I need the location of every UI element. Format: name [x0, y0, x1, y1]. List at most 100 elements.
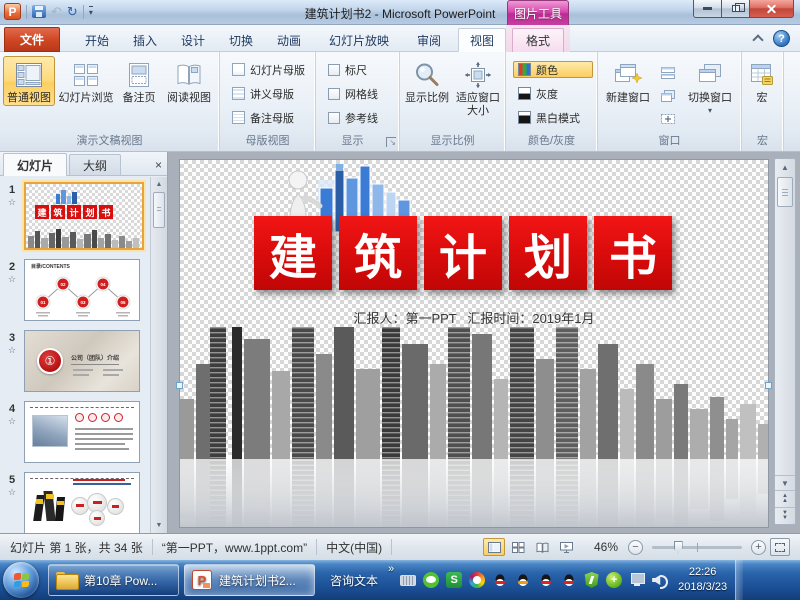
minimize-button[interactable] — [693, 0, 722, 18]
title-char: 筑 — [339, 216, 417, 290]
panel-close-icon[interactable]: × — [155, 159, 162, 171]
tab-review[interactable]: 审阅 — [408, 28, 450, 52]
slide-sorter-button[interactable]: 幻灯片浏览 — [57, 56, 115, 106]
save-icon[interactable] — [32, 5, 46, 18]
network-icon[interactable] — [629, 573, 645, 587]
switch-windows-button[interactable]: 切换窗口 ▾ — [681, 56, 739, 128]
cascade-button[interactable] — [657, 86, 679, 105]
zoom-slider[interactable] — [652, 546, 742, 549]
sogou-icon[interactable]: S — [446, 572, 462, 588]
wechat-icon[interactable] — [423, 572, 439, 588]
new-window-button[interactable]: 新建窗口 — [601, 56, 655, 128]
customize-qat-dropdown-icon[interactable]: ▾ — [89, 6, 93, 17]
powerpoint-app-icon[interactable]: P — [4, 3, 21, 20]
taskbar-toolbar-text[interactable]: 咨询文本 — [330, 572, 378, 589]
scrollbar-thumb[interactable] — [777, 177, 793, 207]
slide-thumbnail-2[interactable]: 2 ☆ 目录/CONTENTS 01 02 03 04 05 — [0, 259, 150, 321]
zoom-in-button[interactable]: + — [751, 540, 766, 555]
tab-file[interactable]: 文件 — [4, 27, 60, 52]
fit-slide-to-window-button[interactable] — [770, 538, 790, 556]
tab-design[interactable]: 设计 — [172, 28, 214, 52]
previous-slide-button[interactable]: ▲▲ — [775, 490, 795, 507]
handout-master-button[interactable]: 讲义母版 — [227, 85, 311, 102]
tab-slideshow[interactable]: 幻灯片放映 — [316, 28, 402, 52]
taskbar-clock[interactable]: 22:26 2018/3/23 — [678, 565, 727, 595]
title-char: 划 — [509, 216, 587, 290]
fit-to-window-button[interactable]: 适应窗口大小 — [453, 56, 503, 118]
slide-subtitle[interactable]: 汇报人：第一PPT 汇报时间：2019年1月 — [180, 308, 768, 327]
macros-button[interactable]: 宏 — [745, 56, 779, 106]
antivirus-icon[interactable]: + — [606, 572, 622, 588]
scroll-up-icon[interactable]: ▲ — [775, 159, 795, 175]
color-mode-button[interactable]: 颜色 — [513, 61, 593, 78]
guides-checkbox[interactable]: 参考线 — [323, 109, 395, 126]
zoom-slider-thumb[interactable] — [674, 541, 683, 554]
zoom-button[interactable]: 显示比例 — [403, 56, 451, 118]
normal-view-button[interactable]: 普通视图 — [3, 56, 55, 106]
scroll-down-icon[interactable]: ▼ — [775, 475, 795, 490]
show-hidden-icons-chevron[interactable]: » — [388, 563, 394, 575]
qq-icon-4[interactable] — [561, 572, 577, 588]
help-button[interactable]: ? — [773, 30, 790, 47]
reading-view-button[interactable]: 阅读视图 — [163, 56, 215, 106]
grayscale-button[interactable]: 灰度 — [513, 85, 593, 102]
slide-master-button[interactable]: 幻灯片母版 — [227, 61, 311, 78]
qq-icon-1[interactable] — [492, 572, 508, 588]
security-shield-icon[interactable] — [584, 572, 599, 588]
tab-outline[interactable]: 大纲 — [69, 154, 121, 175]
slide-thumbnail-1[interactable]: 1 ☆ 建筑计划书 — [0, 182, 150, 250]
tab-format[interactable]: 格式 — [512, 28, 564, 52]
browser-icon[interactable] — [469, 572, 485, 588]
thumbnail-scrollbar[interactable]: ▲ ▼ — [150, 177, 167, 533]
slide-thumbnail-3[interactable]: 3 ☆ ① 公司（团队）介绍 — [0, 330, 150, 392]
tab-view[interactable]: 视图 — [458, 28, 506, 52]
tab-transitions[interactable]: 切换 — [220, 28, 262, 52]
notes-page-button[interactable]: 备注页 — [117, 56, 161, 106]
close-button[interactable] — [749, 0, 794, 18]
scroll-down-icon[interactable]: ▼ — [151, 518, 167, 532]
ruler-checkbox[interactable]: 标尺 — [323, 61, 395, 78]
reading-view-shortcut[interactable] — [531, 538, 553, 556]
undo-icon[interactable]: ↶ — [51, 5, 62, 18]
selection-handle-left[interactable] — [176, 382, 183, 389]
tab-insert[interactable]: 插入 — [124, 28, 166, 52]
qq-icon-2[interactable] — [515, 572, 531, 588]
slide-title[interactable]: 建 筑 计 划 书 — [254, 216, 672, 290]
scroll-up-icon[interactable]: ▲ — [151, 177, 167, 191]
tab-slides-thumbnails[interactable]: 幻灯片 — [3, 153, 67, 176]
language-indicator[interactable]: 中文(中国) — [326, 539, 382, 556]
collapse-ribbon-icon[interactable] — [752, 34, 763, 45]
notes-master-button[interactable]: 备注母版 — [227, 109, 311, 126]
black-white-icon — [518, 111, 531, 124]
slide-thumbnail-5[interactable]: 5 ☆ — [0, 472, 150, 533]
new-window-label: 新建窗口 — [606, 92, 650, 105]
zoom-percentage[interactable]: 46% — [586, 540, 618, 554]
vertical-scrollbar[interactable]: ▲ ▼ ▲▲ ▼▼ — [774, 158, 796, 525]
show-desktop-button[interactable] — [735, 560, 743, 600]
taskbar-item-folder[interactable]: 第10章 Pow... — [48, 564, 179, 596]
start-button[interactable] — [3, 562, 39, 598]
taskbar-item-powerpoint[interactable]: P 建筑计划书2... — [184, 564, 315, 596]
dialog-launcher-icon[interactable]: ↘ — [386, 137, 396, 147]
restore-button[interactable] — [722, 0, 749, 18]
qq-icon-3[interactable] — [538, 572, 554, 588]
scrollbar-thumb[interactable] — [153, 192, 165, 228]
slide-sorter-shortcut[interactable] — [507, 538, 529, 556]
slide-canvas[interactable]: 建 筑 计 划 书 汇报人：第一PPT 汇报时间：2019年1月 — [180, 160, 768, 527]
move-split-button[interactable] — [657, 109, 679, 128]
normal-view-shortcut[interactable] — [483, 538, 505, 556]
tab-animations[interactable]: 动画 — [268, 28, 310, 52]
zoom-out-button[interactable]: − — [628, 540, 643, 555]
arrange-all-button[interactable] — [657, 63, 679, 82]
volume-icon[interactable] — [652, 573, 670, 587]
slideshow-shortcut[interactable] — [555, 538, 577, 556]
gridlines-checkbox[interactable]: 网格线 — [323, 85, 395, 102]
next-slide-button[interactable]: ▼▼ — [775, 507, 795, 524]
black-white-button[interactable]: 黑白模式 — [513, 109, 593, 126]
tab-home[interactable]: 开始 — [76, 28, 118, 52]
input-method-keyboard-icon[interactable] — [400, 575, 416, 586]
slide-thumbnail-4[interactable]: 4 ☆ — [0, 401, 150, 463]
status-bar: 幻灯片 第 1 张，共 34 张 “第一PPT，www.1ppt.com” 中文… — [0, 533, 800, 560]
selection-handle-right[interactable] — [765, 382, 772, 389]
redo-icon[interactable]: ↻ — [67, 5, 78, 18]
